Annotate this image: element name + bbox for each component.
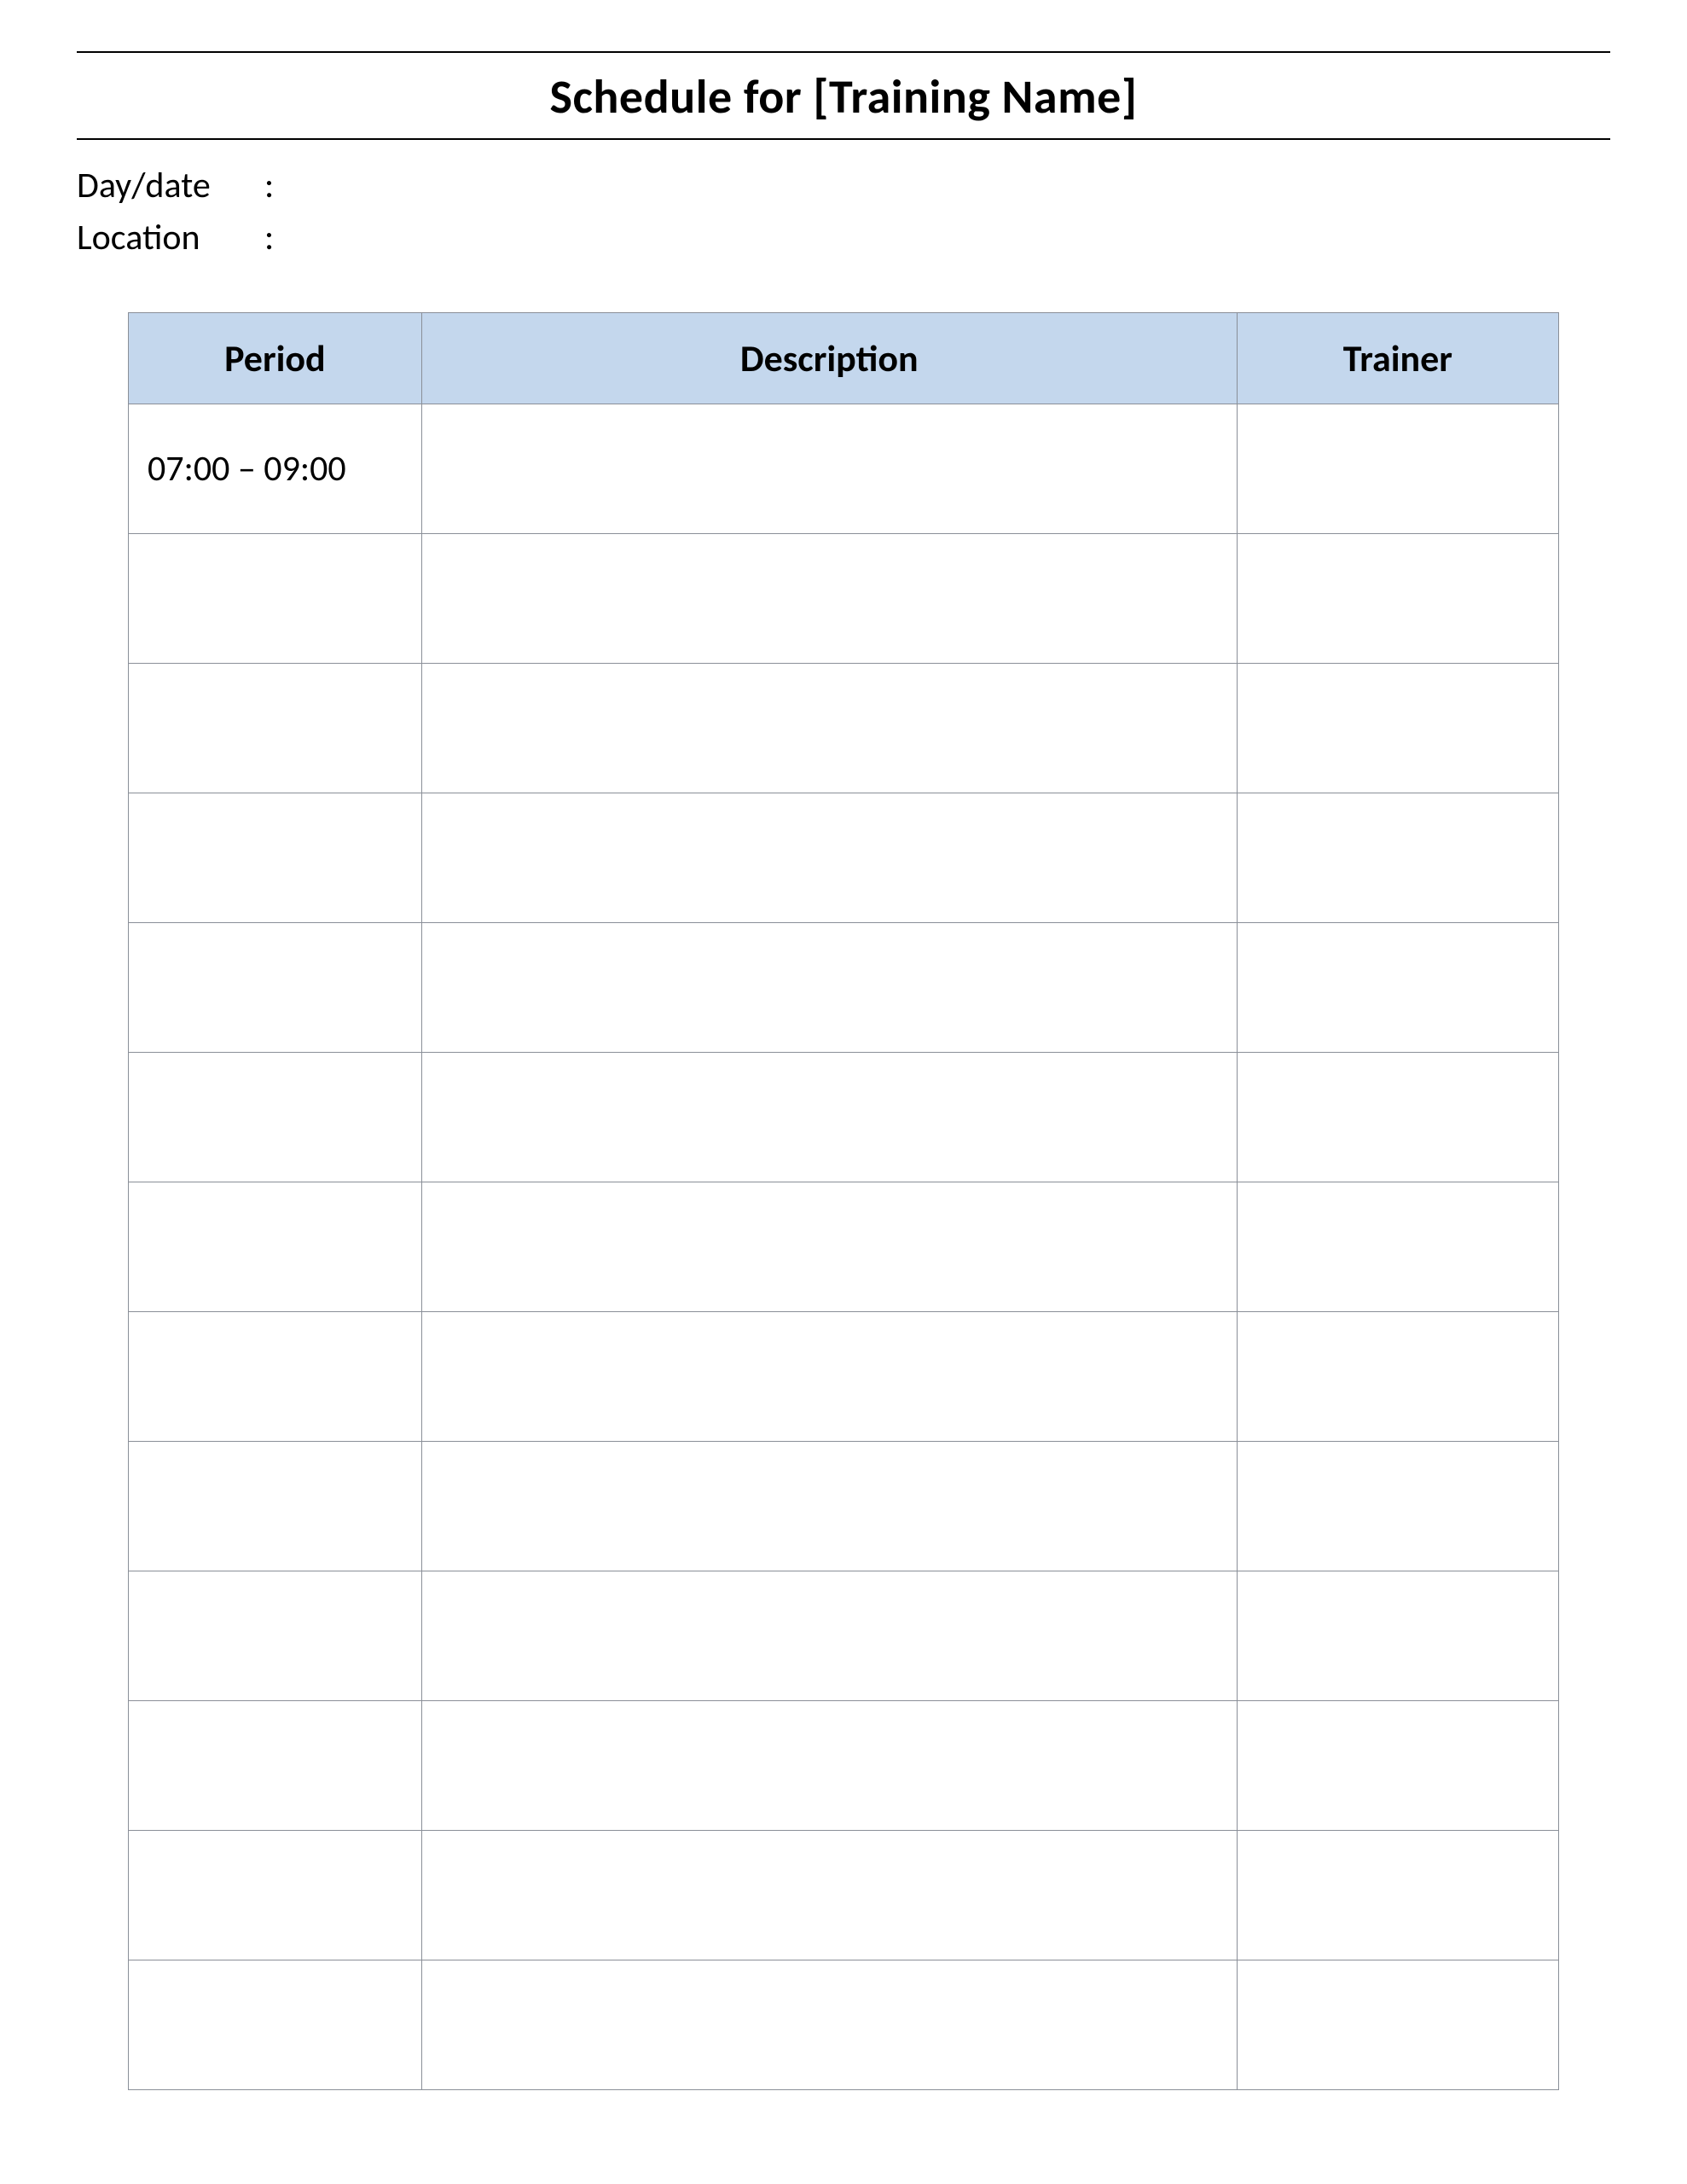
cell-period [129,1830,422,1960]
meta-block: Day/date : Location : [77,160,1610,264]
table-body: 07:00 – 09:00 [129,404,1559,2089]
cell-period [129,1441,422,1571]
meta-row-daydate: Day/date : [77,160,1610,212]
cell-description [421,1052,1237,1182]
cell-period [129,1571,422,1700]
cell-trainer [1237,1052,1558,1182]
page-title: Schedule for [Training Name] [77,68,1610,126]
meta-colon: : [264,212,281,264]
cell-period [129,1182,422,1311]
cell-period [129,1311,422,1441]
cell-description [421,663,1237,793]
cell-description [421,533,1237,663]
cell-period [129,663,422,793]
cell-trainer [1237,663,1558,793]
table-row [129,1700,1559,1830]
table-row [129,1052,1559,1182]
table-row [129,1441,1559,1571]
cell-trainer [1237,1830,1558,1960]
cell-period [129,533,422,663]
cell-trainer [1237,533,1558,663]
table-row: 07:00 – 09:00 [129,404,1559,533]
cell-period [129,1960,422,2089]
cell-period: 07:00 – 09:00 [129,404,422,533]
cell-trainer [1237,1182,1558,1311]
cell-trainer [1237,1960,1558,2089]
col-header-trainer: Trainer [1237,312,1558,404]
cell-trainer [1237,922,1558,1052]
col-header-description: Description [421,312,1237,404]
cell-trainer [1237,1441,1558,1571]
col-header-period: Period [129,312,422,404]
cell-description [421,1441,1237,1571]
table-row [129,1311,1559,1441]
table-row [129,1571,1559,1700]
cell-trainer [1237,1700,1558,1830]
document-page: Schedule for [Training Name] Day/date : … [0,0,1687,2184]
cell-trainer [1237,1311,1558,1441]
meta-daydate-label: Day/date [77,160,264,212]
meta-location-label: Location [77,212,264,264]
cell-period [129,1052,422,1182]
cell-description [421,793,1237,922]
schedule-table-wrap: Period Description Trainer 07:00 – 09:00 [77,312,1610,2090]
cell-description [421,1830,1237,1960]
cell-description [421,922,1237,1052]
table-row [129,1960,1559,2089]
table-row [129,793,1559,922]
table-row [129,1182,1559,1311]
cell-trainer [1237,793,1558,922]
cell-description [421,1700,1237,1830]
cell-description [421,404,1237,533]
meta-row-location: Location : [77,212,1610,264]
cell-description [421,1311,1237,1441]
schedule-table: Period Description Trainer 07:00 – 09:00 [128,312,1559,2090]
cell-period [129,793,422,922]
cell-description [421,1182,1237,1311]
table-row [129,1830,1559,1960]
table-header-row: Period Description Trainer [129,312,1559,404]
meta-colon: : [264,160,281,212]
title-bar: Schedule for [Training Name] [77,51,1610,140]
table-row [129,663,1559,793]
cell-description [421,1571,1237,1700]
table-row [129,922,1559,1052]
cell-period [129,1700,422,1830]
cell-period [129,922,422,1052]
cell-description [421,1960,1237,2089]
cell-trainer [1237,404,1558,533]
cell-trainer [1237,1571,1558,1700]
table-row [129,533,1559,663]
